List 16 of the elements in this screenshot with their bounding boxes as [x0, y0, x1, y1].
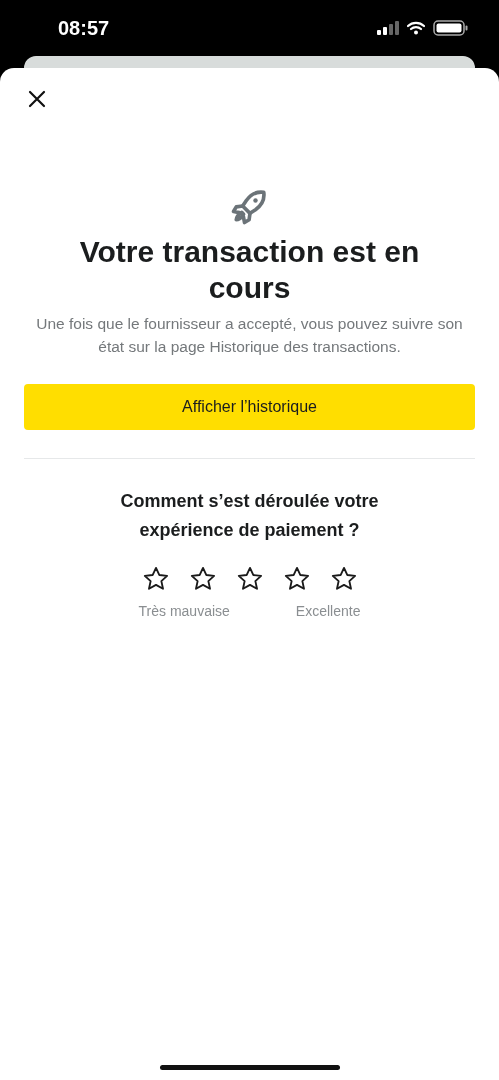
history-button[interactable]: Afficher l’historique	[24, 384, 475, 430]
star-icon[interactable]	[188, 565, 217, 593]
high-label: Excellente	[295, 603, 361, 619]
star-icon[interactable]	[329, 565, 358, 593]
title: Votre transaction est en cours	[78, 234, 421, 306]
star-icon[interactable]	[235, 565, 264, 593]
status-time: 08:57	[58, 16, 110, 40]
low-label: Très mauvaise	[138, 603, 230, 619]
close-button[interactable]	[26, 88, 48, 110]
wifi-icon	[407, 21, 425, 35]
battery-icon	[433, 20, 469, 36]
star-icon[interactable]	[282, 565, 311, 593]
signal-icon	[377, 21, 399, 35]
star-icon[interactable]	[141, 565, 170, 593]
rating-question: Comment s’est déroulée votre expérience de paiement ?	[119, 490, 380, 542]
message: Une fois que le fournisseur a accepté, vous pouvez suivre son état sur la page Historique des transactions.	[35, 314, 464, 357]
